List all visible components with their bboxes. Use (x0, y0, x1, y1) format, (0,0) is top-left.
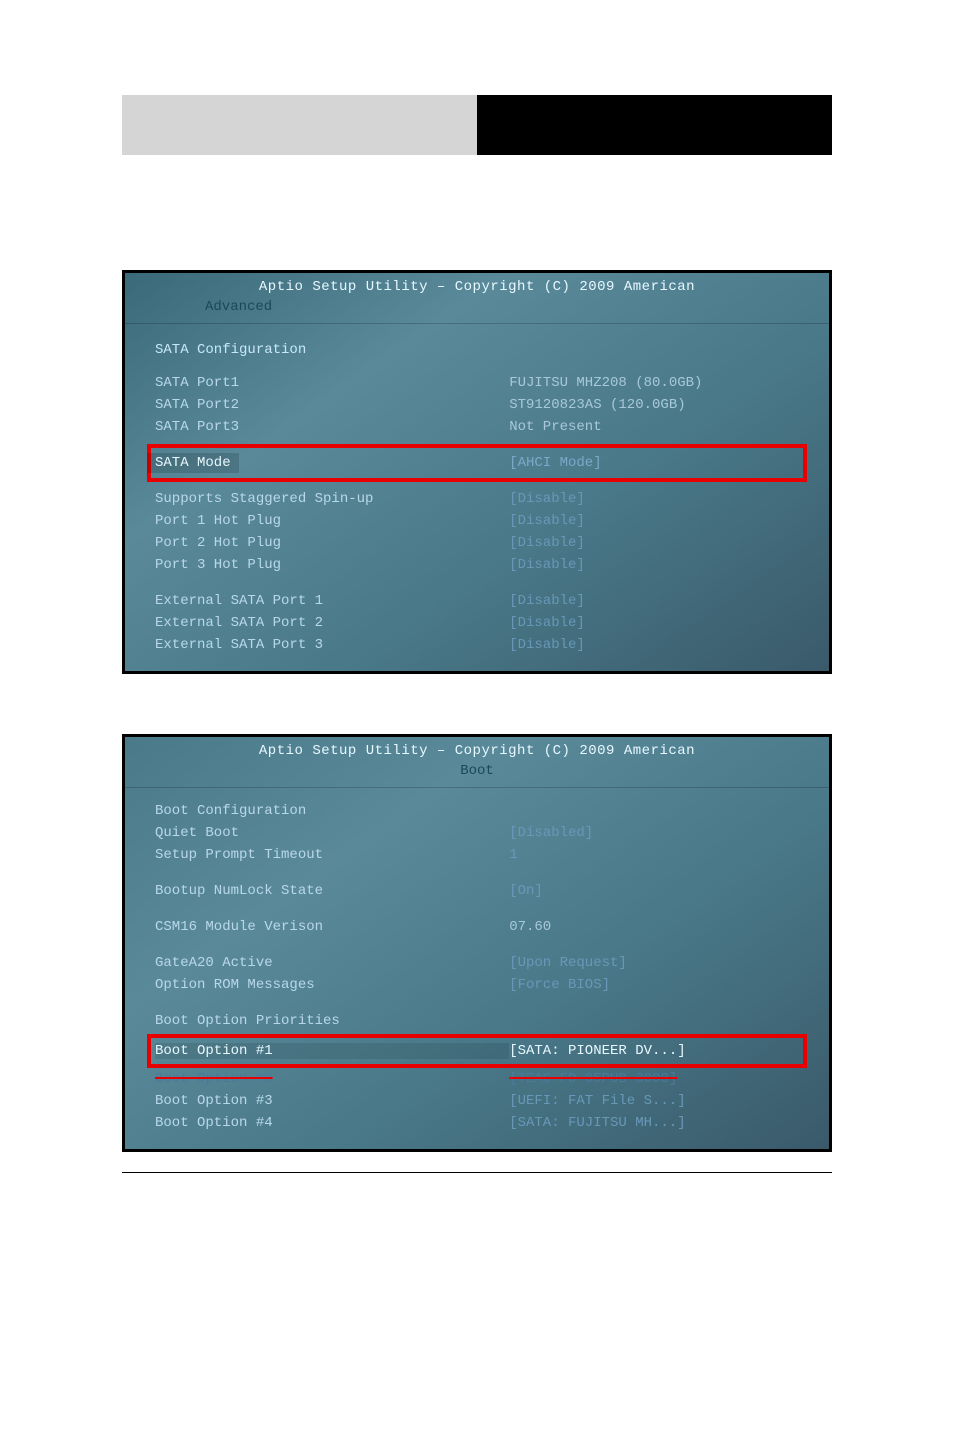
sata-port1-label: SATA Port1 (155, 375, 509, 391)
setting-row[interactable]: GateA20 Active [Upon Request] (155, 952, 799, 974)
setting-row[interactable]: Bootup NumLock State [On] (155, 880, 799, 902)
sata-port-row: SATA Port1 FUJITSU MHZ208 (80.0GB) (155, 372, 799, 394)
ext-sata1-label: External SATA Port 1 (155, 593, 509, 609)
prompt-timeout-value: 1 (509, 847, 799, 863)
boot-option-row[interactable]: Boot Option #3 [UEFI: FAT File S...] (155, 1090, 799, 1112)
page-header (122, 95, 832, 155)
boot-opt3-label: Boot Option #3 (155, 1093, 509, 1109)
setting-row[interactable]: Port 2 Hot Plug [Disable] (155, 532, 799, 554)
sata-port-row: SATA Port3 Not Present (155, 416, 799, 438)
sata-port-row: SATA Port2 ST9120823AS (120.0GB) (155, 394, 799, 416)
sata-mode-label-text: SATA Mode (147, 453, 239, 473)
header-left-block (122, 95, 477, 155)
setting-row[interactable]: Option ROM Messages [Force BIOS] (155, 974, 799, 996)
staggered-spinup-value: [Disable] (509, 491, 799, 507)
boot-opt2-label: Boot Option #2 (155, 1071, 509, 1087)
boot-option-row[interactable]: Boot Option #2 [TEAC FD-05PUB 3000] (155, 1068, 799, 1090)
port2-hotplug-value: [Disable] (509, 535, 799, 551)
boot-option-1-highlight[interactable]: Boot Option #1 [SATA: PIONEER DV...] (147, 1034, 807, 1068)
staggered-spinup-label: Supports Staggered Spin-up (155, 491, 509, 507)
gatea20-value: [Upon Request] (509, 955, 799, 971)
sata-port3-value: Not Present (509, 419, 799, 435)
boot-opt1-label: Boot Option #1 (155, 1043, 509, 1059)
boot-option-row: Boot Option #1 [SATA: PIONEER DV...] (155, 1040, 799, 1062)
numlock-value: [On] (509, 883, 799, 899)
setting-row[interactable]: External SATA Port 2 [Disable] (155, 612, 799, 634)
boot-priorities-title-row: Boot Option Priorities (155, 1010, 799, 1032)
bios-screenshot-boot: Aptio Setup Utility – Copyright (C) 2009… (122, 734, 832, 1152)
boot-config-title-row: Boot Configuration (155, 800, 799, 822)
port1-hotplug-label: Port 1 Hot Plug (155, 513, 509, 529)
setting-row[interactable]: Port 1 Hot Plug [Disable] (155, 510, 799, 532)
boot-option-row[interactable]: Boot Option #4 [SATA: FUJITSU MH...] (155, 1112, 799, 1134)
sata-port2-value: ST9120823AS (120.0GB) (509, 397, 799, 413)
port3-hotplug-label: Port 3 Hot Plug (155, 557, 509, 573)
ext-sata3-value: [Disable] (509, 637, 799, 653)
sata-port3-label: SATA Port3 (155, 419, 509, 435)
sata-port1-value: FUJITSU MHZ208 (80.0GB) (509, 375, 799, 391)
setting-row[interactable]: Setup Prompt Timeout 1 (155, 844, 799, 866)
port2-hotplug-label: Port 2 Hot Plug (155, 535, 509, 551)
ext-sata1-value: [Disable] (509, 593, 799, 609)
boot-opt2-value: [TEAC FD-05PUB 3000] (509, 1071, 799, 1087)
sata-port2-label: SATA Port2 (155, 397, 509, 413)
page-footer-rule (122, 1172, 832, 1173)
csm16-label: CSM16 Module Verison (155, 919, 509, 935)
boot-opt1-value: [SATA: PIONEER DV...] (509, 1043, 799, 1059)
boot-opt3-value: [UEFI: FAT File S...] (509, 1093, 799, 1109)
boot-config-title: Boot Configuration (155, 803, 509, 819)
optrom-value: [Force BIOS] (509, 977, 799, 993)
setting-row[interactable]: External SATA Port 1 [Disable] (155, 590, 799, 612)
sata-mode-label: SATA Mode (155, 455, 509, 471)
setting-row: CSM16 Module Verison 07.60 (155, 916, 799, 938)
prompt-timeout-label: Setup Prompt Timeout (155, 847, 509, 863)
bios-title: Aptio Setup Utility – Copyright (C) 2009… (125, 273, 829, 297)
gatea20-label: GateA20 Active (155, 955, 509, 971)
bios-tab-advanced: Advanced (125, 297, 829, 324)
port3-hotplug-value: [Disable] (509, 557, 799, 573)
bios-body-boot: Boot Configuration Quiet Boot [Disabled]… (125, 788, 829, 1149)
setting-row[interactable]: Quiet Boot [Disabled] (155, 822, 799, 844)
optrom-label: Option ROM Messages (155, 977, 509, 993)
ext-sata2-label: External SATA Port 2 (155, 615, 509, 631)
boot-opt4-label: Boot Option #4 (155, 1115, 509, 1131)
bios-screenshot-advanced: Aptio Setup Utility – Copyright (C) 2009… (122, 270, 832, 674)
sata-mode-row: SATA Mode [AHCI Mode] (155, 452, 799, 474)
quiet-boot-label: Quiet Boot (155, 825, 509, 841)
sata-mode-highlight[interactable]: SATA Mode [AHCI Mode] (147, 444, 807, 482)
setting-row[interactable]: External SATA Port 3 [Disable] (155, 634, 799, 656)
bios-title-2: Aptio Setup Utility – Copyright (C) 2009… (125, 737, 829, 761)
csm16-value: 07.60 (509, 919, 799, 935)
numlock-label: Bootup NumLock State (155, 883, 509, 899)
boot-opt4-value: [SATA: FUJITSU MH...] (509, 1115, 799, 1131)
boot-priorities-title: Boot Option Priorities (155, 1013, 509, 1029)
bios-tab-boot: Boot (125, 761, 829, 788)
ext-sata2-value: [Disable] (509, 615, 799, 631)
quiet-boot-value: [Disabled] (509, 825, 799, 841)
header-right-block (477, 95, 832, 155)
setting-row[interactable]: Supports Staggered Spin-up [Disable] (155, 488, 799, 510)
sata-config-title: SATA Configuration (155, 336, 799, 372)
setting-row[interactable]: Port 3 Hot Plug [Disable] (155, 554, 799, 576)
ext-sata3-label: External SATA Port 3 (155, 637, 509, 653)
sata-mode-value: [AHCI Mode] (509, 455, 799, 471)
bios-body-advanced: SATA Configuration SATA Port1 FUJITSU MH… (125, 324, 829, 671)
port1-hotplug-value: [Disable] (509, 513, 799, 529)
